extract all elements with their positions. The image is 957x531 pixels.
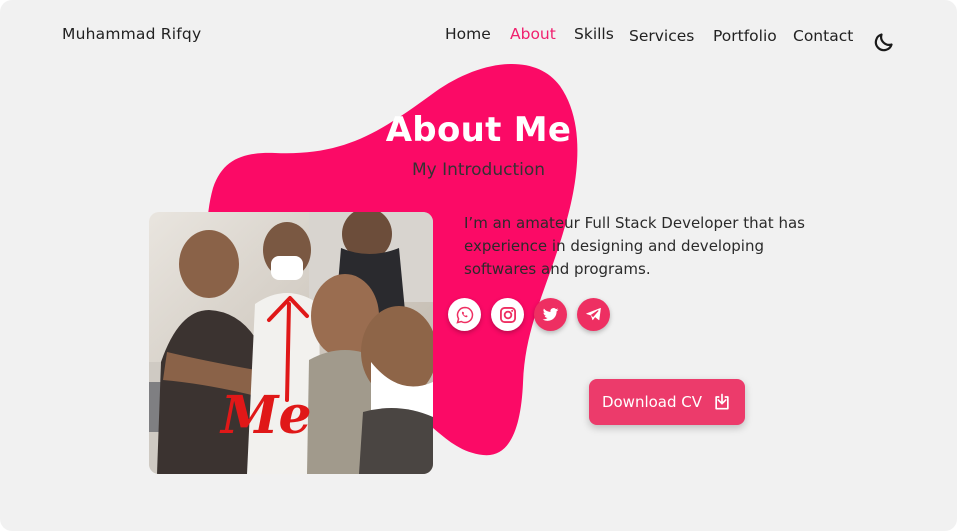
page: Muhammad Rifqy Home About Skills Service… [0,0,957,531]
section-title: About Me [385,110,572,150]
nav-services[interactable]: Services [629,27,694,45]
nav-contact[interactable]: Contact [793,27,853,45]
photo-annotation: Me [221,385,312,446]
telegram-icon[interactable] [577,298,610,331]
download-cv-button[interactable]: Download CV [589,379,745,425]
top-nav: Home About Skills Services Portfolio Con… [0,25,957,55]
profile-photo: Me [149,212,433,474]
nav-portfolio[interactable]: Portfolio [713,27,777,45]
nav-about[interactable]: About [510,25,556,43]
section-subtitle: My Introduction [411,160,546,180]
nav-skills[interactable]: Skills [574,25,614,43]
whatsapp-icon[interactable] [448,298,481,331]
about-description: I’m an amateur Full Stack Developer that… [464,214,805,278]
download-cv-label: Download CV [601,393,703,411]
download-icon [715,393,729,410]
twitter-icon[interactable] [534,298,567,331]
moon-icon[interactable] [872,30,896,54]
nav-home[interactable]: Home [445,25,491,43]
instagram-icon[interactable] [491,298,524,331]
